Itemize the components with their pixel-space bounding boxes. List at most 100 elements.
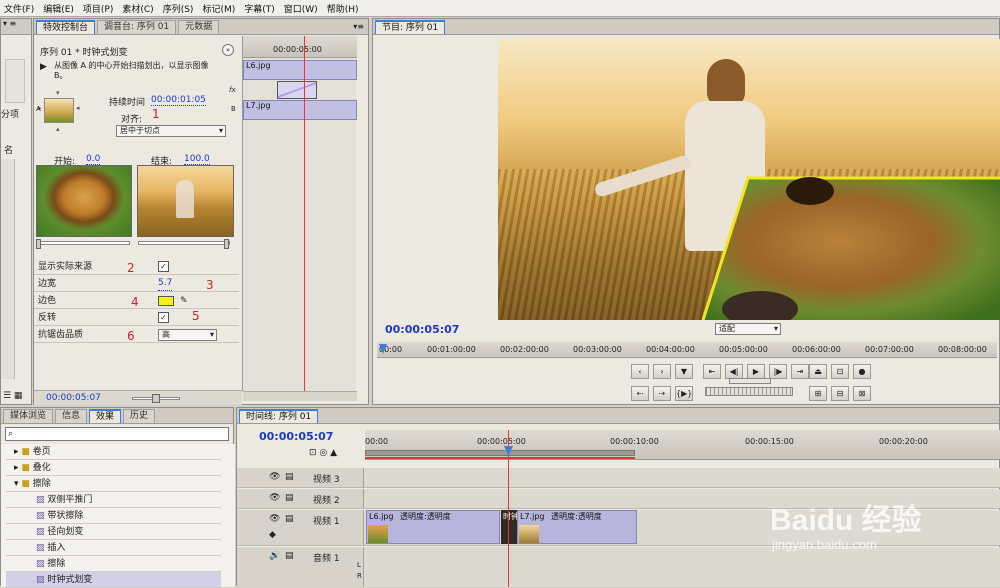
mini-clip-a[interactable]: L6.jpg — [243, 60, 357, 80]
show-source-checkbox[interactable]: ✓ — [158, 261, 169, 272]
tree-effect-double-door[interactable]: ▨ 双侧平推门 — [6, 492, 221, 508]
zoom-slider-handle[interactable] — [152, 394, 160, 403]
tree-effect-wipe[interactable]: ▨ 擦除 — [6, 556, 221, 572]
tab-effects[interactable]: 效果 — [89, 409, 122, 423]
border-width-value[interactable]: 5.7 — [158, 276, 173, 291]
mini-timeline-ruler[interactable]: 00:00:05:00 — [243, 36, 357, 58]
set-marker-icon[interactable]: ▼ — [675, 364, 693, 379]
eye-icon[interactable]: 👁 — [269, 493, 280, 503]
align-dropdown[interactable]: 居中于切点 — [116, 125, 226, 137]
keyframe-icon[interactable]: ◆ — [269, 530, 276, 540]
mini-clip-b[interactable]: L7.jpg — [243, 100, 357, 120]
lock-icon[interactable]: ▤ — [285, 472, 294, 482]
menu-sequence[interactable]: 序列(S) — [163, 2, 194, 15]
clip-l7[interactable]: L7.jpg 透明度:透明度 — [517, 510, 637, 544]
step-forward-icon[interactable]: |▶ — [769, 364, 787, 379]
mark-in-icon[interactable]: ‹ — [631, 364, 649, 379]
tab-timeline[interactable]: 时间线: 序列 01 — [239, 409, 319, 423]
go-to-in-icon[interactable]: ⇤ — [703, 364, 721, 379]
footer-timecode[interactable]: 00:00:05:07 — [46, 393, 101, 403]
timeline-timecode[interactable]: 00:00:05:07 — [259, 430, 333, 443]
ruler-label: 00:00:20:00 — [879, 437, 928, 446]
menu-edit[interactable]: 编辑(E) — [43, 2, 74, 15]
panel-menu-icon[interactable]: ▾≡ — [353, 20, 368, 34]
program-ruler[interactable]: 00:00 00:01:00:00 00:02:00:00 00:03:00:0… — [377, 342, 997, 358]
menu-file[interactable]: 文件(F) — [4, 2, 34, 15]
lock-icon[interactable]: ▤ — [285, 493, 294, 503]
lift-icon[interactable]: ⏏ — [809, 364, 827, 379]
play-in-out-icon[interactable]: {▶} — [675, 386, 693, 401]
jog-shuttle[interactable] — [705, 387, 793, 396]
trim-icon[interactable]: ⊞ — [809, 386, 827, 401]
eyedropper-icon[interactable]: ✎ — [180, 293, 188, 309]
end-slider[interactable] — [138, 241, 230, 245]
go-to-effect-icon[interactable]: » — [222, 44, 234, 56]
duration-value[interactable]: 00:00:01:05 — [151, 95, 206, 106]
tab-history[interactable]: 历史 — [123, 409, 156, 423]
work-area-bar[interactable] — [365, 450, 635, 456]
tree-effect-band-wipe[interactable]: ▨ 带状擦除 — [6, 508, 221, 524]
fit-dropdown[interactable]: 适配 — [715, 323, 781, 335]
duration-label: 持续时间 — [109, 98, 146, 108]
lock-icon[interactable]: ▤ — [285, 551, 294, 561]
tab-program[interactable]: 节目: 序列 01 — [375, 20, 446, 34]
menu-title[interactable]: 字幕(T) — [244, 2, 275, 15]
tree-folder-wipe[interactable]: ▾ ■ 擦除 — [6, 476, 221, 492]
safe-margins-icon[interactable]: ⊠ — [853, 386, 871, 401]
end-slider-handle[interactable] — [224, 239, 229, 249]
eye-icon[interactable]: 👁 — [269, 472, 280, 482]
clip-l6[interactable]: L6.jpg 透明度:透明度 — [366, 510, 500, 544]
step-back-icon[interactable]: ◀| — [725, 364, 743, 379]
tab-metadata[interactable]: 元数据 — [178, 20, 220, 34]
play-transition-icon[interactable]: ▶ — [40, 62, 47, 72]
tree-folder-page-peel[interactable]: ▸ ■ 卷页 — [6, 444, 221, 460]
mark-out-icon[interactable]: › — [653, 364, 671, 379]
export-frame-icon[interactable]: ● — [853, 364, 871, 379]
panel-menu-icon[interactable]: ▾ ≡ — [1, 19, 31, 35]
speaker-icon[interactable]: 🔊 — [269, 551, 280, 561]
collapse-icon[interactable]: ▾ — [14, 479, 19, 489]
tab-media-browser[interactable]: 媒体浏览 — [3, 409, 54, 423]
expand-icon[interactable]: ▸ — [14, 463, 19, 473]
snap-icon[interactable]: ⊡ ◎ ▲ — [309, 448, 337, 458]
mini-scrollbar[interactable] — [243, 391, 357, 401]
program-timecode[interactable]: 00:00:05:07 — [385, 323, 459, 336]
overwrite-icon[interactable]: ⊟ — [831, 386, 849, 401]
end-value[interactable]: 100.0 — [184, 154, 210, 165]
list-view-icon[interactable]: ☰ ▦ — [3, 391, 22, 401]
expand-icon[interactable]: ▸ — [14, 447, 19, 457]
tab-effect-controls[interactable]: 特效控制台 — [36, 20, 96, 34]
tab-info[interactable]: 信息 — [55, 409, 88, 423]
menu-project[interactable]: 项目(P) — [83, 2, 113, 15]
extract-icon[interactable]: ⊡ — [831, 364, 849, 379]
mini-transition[interactable] — [277, 81, 317, 99]
watermark-brand: Baidu 经验 — [770, 504, 922, 537]
antialias-dropdown[interactable]: 高 — [158, 329, 217, 341]
transition-icon: ▨ — [36, 511, 45, 521]
go-to-prev-icon[interactable]: ⇠ — [631, 386, 649, 401]
go-to-out-icon[interactable]: ⇥ — [791, 364, 809, 379]
reverse-checkbox[interactable]: ✓ — [158, 312, 169, 323]
tree-folder-dissolve[interactable]: ▸ ■ 叠化 — [6, 460, 221, 476]
menu-clip[interactable]: 素材(C) — [122, 2, 153, 15]
menu-help[interactable]: 帮助(H) — [327, 2, 359, 15]
go-to-next-icon[interactable]: ⇢ — [653, 386, 671, 401]
start-slider[interactable] — [38, 241, 130, 245]
mini-playhead[interactable] — [304, 36, 305, 391]
start-value[interactable]: 0.0 — [86, 154, 101, 165]
menu-window[interactable]: 窗口(W) — [284, 2, 318, 15]
play-icon[interactable]: ▶ — [747, 364, 765, 379]
tab-audio-mixer[interactable]: 调音台: 序列 01 — [97, 20, 177, 34]
lock-icon[interactable]: ▤ — [285, 514, 294, 524]
timeline-ruler[interactable]: 00:00 00:00:05:00 00:00:10:00 00:00:15:0… — [365, 430, 1000, 460]
border-color-swatch[interactable] — [158, 296, 174, 306]
eye-icon[interactable]: 👁 — [269, 514, 280, 524]
effects-search[interactable]: ⌕ — [5, 427, 229, 441]
scroll-area[interactable] — [1, 159, 15, 379]
tree-effect-radial-wipe[interactable]: ▨ 径向划变 — [6, 524, 221, 540]
menu-marker[interactable]: 标记(M) — [202, 2, 235, 15]
prop-label: 抗锯齿品质 — [38, 330, 84, 340]
tree-effect-inset[interactable]: ▨ 插入 — [6, 540, 221, 556]
start-slider-handle[interactable] — [36, 239, 41, 249]
shuttle-slider[interactable] — [729, 378, 771, 384]
